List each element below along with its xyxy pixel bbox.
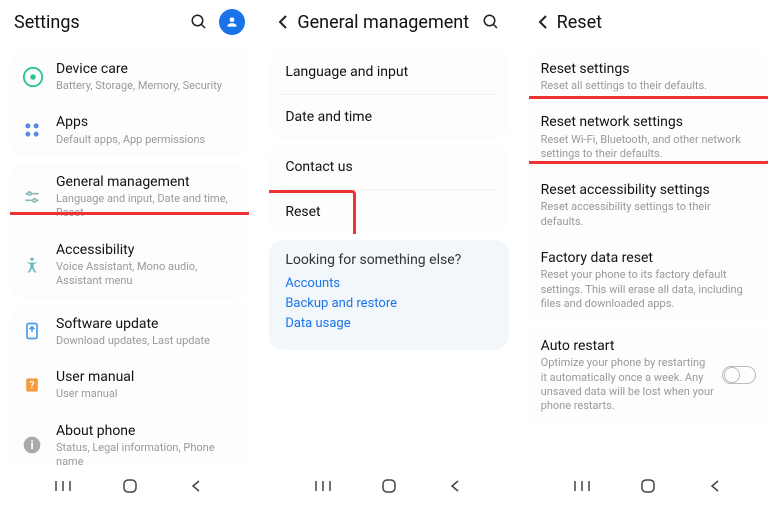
nav-back[interactable] <box>695 479 735 493</box>
settings-item-accessibility[interactable]: AccessibilityVoice Assistant, Mono audio… <box>10 231 249 299</box>
settings-item-general-management[interactable]: General managementLanguage and input, Da… <box>10 163 249 231</box>
header: General management <box>259 0 518 44</box>
item-title: About phone <box>56 422 237 440</box>
item-auto-restart[interactable]: Auto restartOptimize your phone by resta… <box>529 327 768 423</box>
nav-bar <box>259 465 518 507</box>
item-title: Accessibility <box>56 241 237 259</box>
item-title: Apps <box>56 113 237 131</box>
reset-panel: Reset Reset settingsReset all settings t… <box>519 0 778 507</box>
settings-item-user-manual[interactable]: ? User manualUser manual <box>10 358 249 411</box>
profile-avatar[interactable] <box>219 9 245 35</box>
reset-list: Reset settingsReset all settings to thei… <box>519 44 778 465</box>
item-contact-us[interactable]: Contact us <box>269 145 508 189</box>
item-title: Reset network settings <box>541 113 756 131</box>
item-title: General management <box>56 173 237 191</box>
manual-icon: ? <box>22 375 56 395</box>
footer-title: Looking for something else? <box>285 252 492 268</box>
search-icon[interactable] <box>477 8 505 36</box>
item-sub: Download updates, Last update <box>56 334 237 348</box>
update-icon <box>22 321 56 341</box>
auto-restart-toggle[interactable] <box>722 366 756 384</box>
header: Settings <box>0 0 259 44</box>
group: Language and input Date and time <box>269 50 508 139</box>
page-title: Reset <box>557 12 764 33</box>
group: General managementLanguage and input, Da… <box>10 163 249 299</box>
back-icon[interactable] <box>273 8 293 36</box>
nav-bar <box>0 465 259 507</box>
looking-for: Looking for something else? Accounts Bac… <box>269 240 508 350</box>
nav-back[interactable] <box>176 479 216 493</box>
settings-item-device-care[interactable]: Device careBattery, Storage, Memory, Sec… <box>10 50 249 103</box>
apps-icon <box>22 120 56 140</box>
group: Reset settingsReset all settings to thei… <box>529 50 768 321</box>
item-sub: Default apps, App permissions <box>56 133 237 147</box>
item-sub: Optimize your phone by restarting it aut… <box>541 356 714 413</box>
item-sub: Language and input, Date and time, Reset <box>56 192 237 221</box>
group: Auto restartOptimize your phone by resta… <box>529 327 768 423</box>
accessibility-icon <box>22 255 56 275</box>
search-icon[interactable] <box>185 8 213 36</box>
nav-recents[interactable] <box>43 479 83 493</box>
gm-list: Language and input Date and time Contact… <box>259 44 518 465</box>
general-management-panel: General management Language and input Da… <box>259 0 518 507</box>
device-care-icon <box>22 66 56 88</box>
item-sub: Voice Assistant, Mono audio, Assistant m… <box>56 260 237 289</box>
group: Software updateDownload updates, Last up… <box>10 305 249 465</box>
group: Contact us Reset <box>269 145 508 234</box>
item-reset[interactable]: Reset <box>269 190 508 234</box>
item-sub: Reset all settings to their defaults. <box>541 79 756 93</box>
item-sub: Reset accessibility settings to their de… <box>541 200 756 229</box>
item-sub: Reset Wi-Fi, Bluetooth, and other networ… <box>541 133 756 162</box>
item-title: Reset accessibility settings <box>541 181 756 199</box>
item-title: User manual <box>56 368 237 386</box>
nav-bar <box>519 465 778 507</box>
settings-item-about-phone[interactable]: i About phoneStatus, Legal information, … <box>10 412 249 466</box>
item-sub: Battery, Storage, Memory, Security <box>56 79 237 93</box>
item-sub: Reset your phone to its factory default … <box>541 268 756 311</box>
item-reset-settings[interactable]: Reset settingsReset all settings to thei… <box>529 50 768 103</box>
svg-text:i: i <box>30 439 33 453</box>
about-icon: i <box>22 435 56 455</box>
settings-panel: Settings Device careBattery, Storage, Me… <box>0 0 259 507</box>
item-reset-accessibility[interactable]: Reset accessibility settingsReset access… <box>529 171 768 239</box>
item-title: Reset settings <box>541 60 756 78</box>
settings-item-apps[interactable]: Apps Default apps, App permissions <box>10 103 249 156</box>
item-language-input[interactable]: Language and input <box>269 50 508 94</box>
settings-item-software-update[interactable]: Software updateDownload updates, Last up… <box>10 305 249 358</box>
general-icon <box>22 187 56 207</box>
item-reset-network[interactable]: Reset network settings Reset Wi-Fi, Bluet… <box>529 103 768 171</box>
link-data-usage[interactable]: Data usage <box>285 316 492 331</box>
nav-home[interactable] <box>110 478 150 494</box>
item-title: Auto restart <box>541 337 714 355</box>
item-title: Device care <box>56 60 237 78</box>
svg-text:?: ? <box>30 380 35 391</box>
header: Reset <box>519 0 778 44</box>
item-factory-reset[interactable]: Factory data resetReset your phone to it… <box>529 239 768 321</box>
item-title: Factory data reset <box>541 249 756 267</box>
nav-home[interactable] <box>369 478 409 494</box>
group: Device careBattery, Storage, Memory, Sec… <box>10 50 249 157</box>
item-sub: Status, Legal information, Phone name <box>56 441 237 465</box>
nav-recents[interactable] <box>562 479 602 493</box>
nav-recents[interactable] <box>303 479 343 493</box>
page-title: General management <box>297 12 476 33</box>
settings-list: Device careBattery, Storage, Memory, Sec… <box>0 44 259 465</box>
link-accounts[interactable]: Accounts <box>285 276 492 291</box>
nav-home[interactable] <box>628 478 668 494</box>
item-date-time[interactable]: Date and time <box>269 95 508 139</box>
nav-back[interactable] <box>435 479 475 493</box>
item-title: Software update <box>56 315 237 333</box>
item-sub: User manual <box>56 387 237 401</box>
back-icon[interactable] <box>533 8 553 36</box>
link-backup-restore[interactable]: Backup and restore <box>285 296 492 311</box>
page-title: Settings <box>14 12 185 33</box>
